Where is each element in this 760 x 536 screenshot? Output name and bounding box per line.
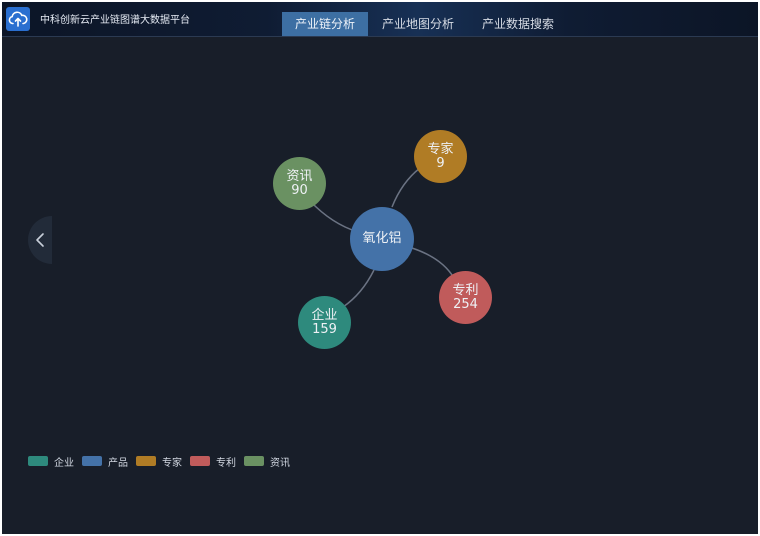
legend-label: 资讯 (270, 457, 290, 469)
legend-item-company[interactable]: 企业 (28, 454, 74, 469)
app-window: 中科创新云产业链图谱大数据平台 产业链分析 产业地图分析 产业数据搜索 氧化铝 … (2, 2, 758, 534)
node-label: 资讯 (286, 168, 313, 184)
graph-node-expert[interactable]: 专家 9 (414, 130, 467, 183)
legend-swatch (136, 456, 156, 466)
graph-node-center[interactable]: 氧化铝 (350, 207, 414, 271)
node-count: 90 (291, 182, 308, 198)
legend-item-news[interactable]: 资讯 (244, 454, 290, 469)
node-count: 254 (453, 296, 478, 312)
legend-swatch (190, 456, 210, 466)
node-count: 9 (436, 155, 445, 171)
link-news (309, 200, 359, 233)
legend-swatch (82, 456, 102, 466)
legend-label: 企业 (54, 457, 74, 469)
legend-label: 专家 (162, 457, 182, 469)
legend-item-patent[interactable]: 专利 (190, 454, 236, 469)
legend-swatch (244, 456, 264, 466)
graph-node-company[interactable]: 企业 159 (298, 296, 351, 349)
legend-item-product[interactable]: 产品 (82, 454, 128, 469)
legend-label: 专利 (216, 457, 236, 469)
link-company (342, 269, 375, 308)
legend-label: 产品 (108, 457, 128, 469)
node-count: 159 (312, 321, 337, 337)
legend-item-expert[interactable]: 专家 (136, 454, 182, 469)
link-expert (391, 167, 421, 208)
link-patent (411, 247, 455, 279)
graph-legend: 企业 产品 专家 专利 资讯 (28, 454, 298, 469)
legend-swatch (28, 456, 48, 466)
graph-node-news[interactable]: 资讯 90 (273, 157, 326, 210)
node-label: 氧化铝 (362, 231, 402, 246)
node-label: 专利 (452, 282, 479, 298)
graph-node-patent[interactable]: 专利 254 (439, 271, 492, 324)
node-label: 企业 (311, 307, 338, 323)
node-label: 专家 (427, 141, 454, 157)
